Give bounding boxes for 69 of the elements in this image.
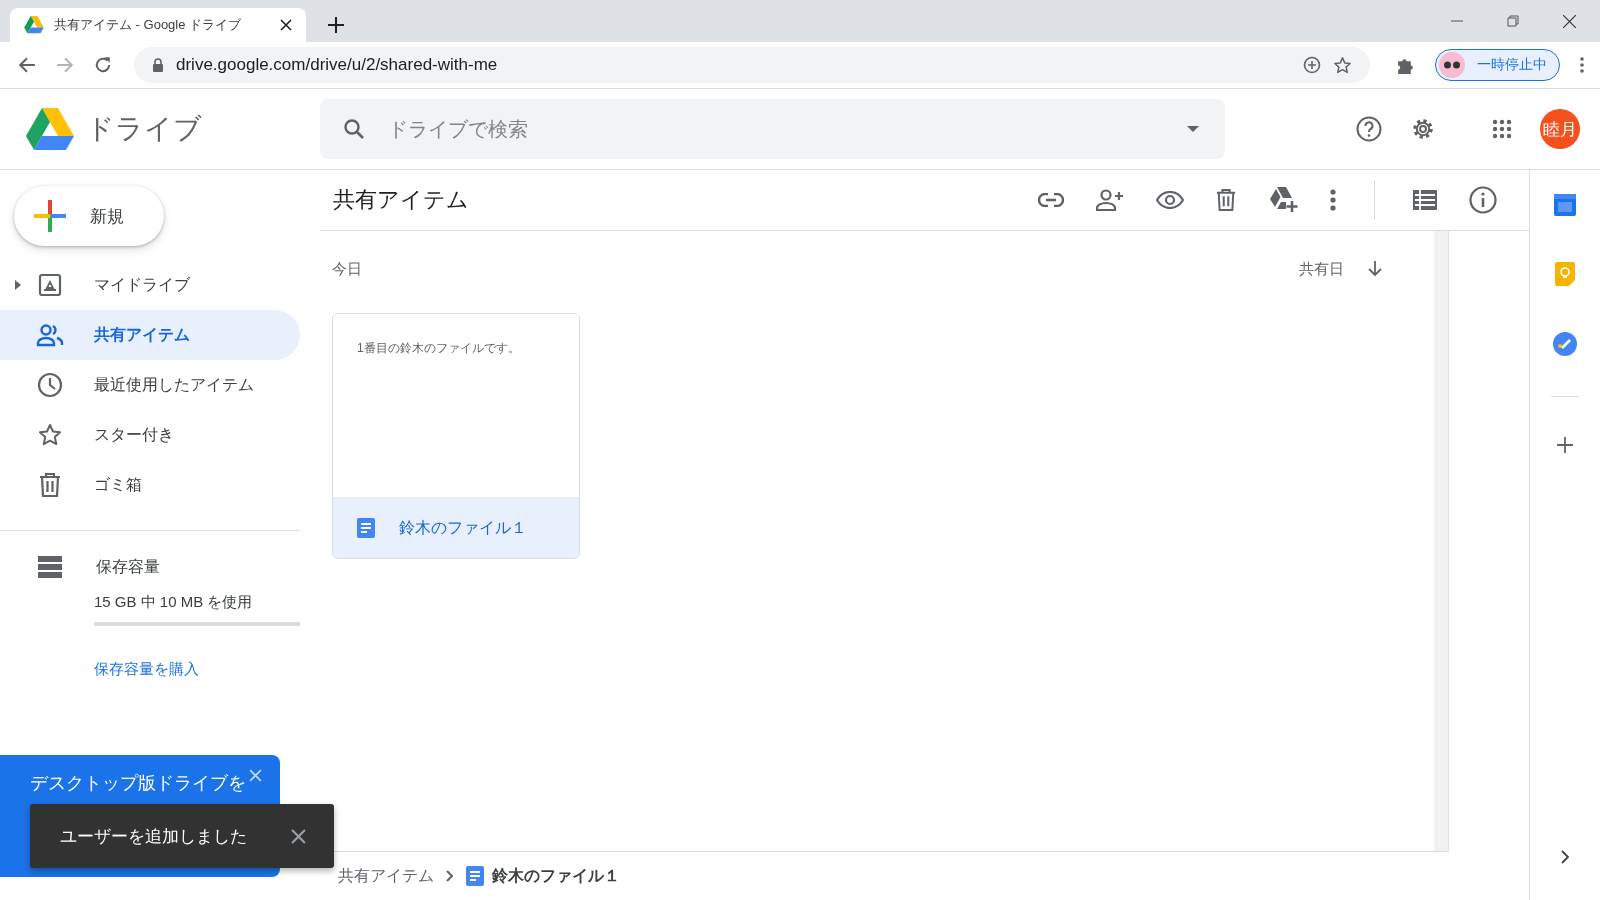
tab-title: 共有アイテム - Google ドライブ [54,16,243,34]
document-icon [466,866,484,886]
star-icon[interactable] [1333,55,1352,75]
nav-item[interactable]: 最近使用したアイテム [0,360,300,410]
url-text: drive.google.com/drive/u/2/shared-with-me [176,55,498,75]
breadcrumb-item[interactable]: 鈴木のファイル１ [492,865,620,887]
expand-icon[interactable] [15,280,21,290]
banner-text: デスクトップ版ドライブを [30,773,246,793]
trash-icon[interactable] [1216,188,1236,212]
plus-icon [34,200,66,232]
people-icon [36,323,64,347]
search-icon[interactable] [342,117,366,141]
scrollbar-track[interactable] [1434,231,1448,851]
toast-message: ユーザーを追加しました [60,825,247,848]
lock-icon [152,58,164,72]
tasks-icon[interactable] [1553,332,1577,356]
nav-item[interactable]: 共有アイテム [0,310,300,360]
add-person-icon[interactable] [1096,189,1124,211]
browser-tab[interactable]: 共有アイテム - Google ドライブ [10,8,306,42]
chevron-right-icon[interactable] [1561,850,1569,864]
chevron-right-icon [446,870,454,882]
buy-storage-link[interactable]: 保存容量を購入 [94,660,300,679]
close-icon[interactable] [1563,14,1576,28]
dropdown-icon[interactable] [1187,126,1199,132]
page-title: 共有アイテム [332,186,469,214]
clock-icon [36,372,64,398]
drive-logo-icon [24,16,44,34]
document-icon [357,518,375,538]
profile-button[interactable]: 一時停止中 [1435,49,1560,81]
add-icon[interactable] [1557,437,1573,453]
avatar-icon [1439,52,1465,78]
storage-usage: 15 GB 中 10 MB を使用 [94,593,254,612]
nav-item[interactable]: マイドライブ [0,260,300,310]
section-heading: 今日 [332,259,362,279]
more-icon[interactable] [1330,189,1336,211]
link-icon[interactable] [1038,193,1064,207]
reload-icon[interactable] [94,56,112,74]
preview-text: 1番目の鈴木のファイルです。 [357,341,520,355]
sort-label[interactable]: 共有日 [1299,259,1344,279]
arrow-down-icon[interactable] [1368,261,1382,277]
new-tab-icon[interactable] [328,17,344,33]
help-icon[interactable] [1356,116,1382,142]
file-name: 鈴木のファイル１ [399,517,527,538]
info-icon[interactable] [1469,186,1497,214]
new-button[interactable]: 新規 [14,186,164,246]
search-bar[interactable]: ドライブで検索 [320,99,1225,159]
close-icon[interactable] [280,19,292,31]
eye-icon[interactable] [1156,191,1184,209]
breadcrumb-item[interactable]: 共有アイテム [338,865,434,887]
drive-logo-icon [26,108,74,150]
add-to-drive-icon[interactable] [1268,187,1298,213]
nav-item[interactable]: ゴミ箱 [0,460,300,510]
nav-item[interactable]: スター付き [0,410,300,460]
more-icon[interactable] [1580,57,1584,73]
address-bar[interactable]: drive.google.com/drive/u/2/shared-with-me [134,47,1370,83]
list-view-icon[interactable] [1413,190,1437,210]
settings-icon[interactable] [1410,116,1436,142]
back-icon[interactable] [18,56,36,74]
drive-folder-icon [36,273,64,297]
storage-icon [38,556,62,578]
storage-label: 保存容量 [96,556,160,577]
star-icon [36,423,64,447]
app-name: ドライブ [86,112,202,146]
add-circle-icon[interactable] [1303,56,1321,74]
file-card[interactable]: 1番目の鈴木のファイルです。 鈴木のファイル１ [332,313,580,559]
search-field[interactable]: ドライブで検索 [386,116,1167,142]
restore-icon[interactable] [1507,14,1519,27]
apps-grid-icon[interactable] [1492,119,1512,139]
calendar-icon[interactable] [1554,192,1576,216]
